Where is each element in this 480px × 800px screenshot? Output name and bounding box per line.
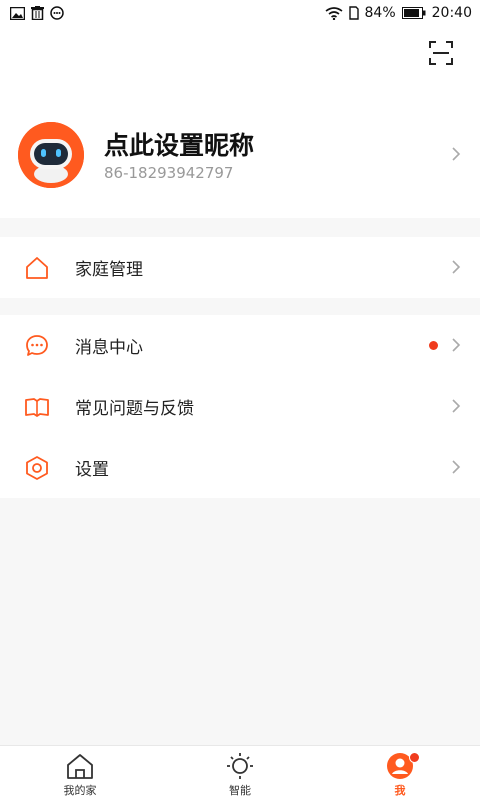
- menu-item-label: 消息中心: [75, 338, 143, 358]
- menu-item-label: 家庭管理: [75, 260, 143, 280]
- menu-item-settings[interactable]: 设置: [0, 437, 480, 498]
- wifi-icon: [325, 6, 342, 20]
- notification-badge: [409, 752, 420, 763]
- menu-item-label: 常见问题与反馈: [75, 399, 194, 419]
- image-icon: [10, 6, 25, 20]
- menu-item-messages[interactable]: 消息中心: [0, 315, 480, 376]
- battery-icon: [401, 7, 426, 19]
- tab-label: 我: [394, 784, 406, 797]
- tab-smart[interactable]: 智能: [160, 746, 320, 800]
- chevron-right-icon: [452, 338, 461, 352]
- hexagon-settings-icon: [26, 456, 48, 480]
- tab-me[interactable]: 我: [320, 746, 480, 800]
- menu-item-label: 设置: [75, 460, 109, 480]
- tab-label: 我的家: [63, 784, 97, 797]
- battery-percent: 84%: [364, 5, 396, 21]
- unread-dot: [429, 341, 438, 350]
- menu-item-family[interactable]: 家庭管理: [0, 237, 480, 298]
- clock: 20:40: [431, 5, 472, 21]
- chevron-right-icon: [452, 260, 461, 274]
- book-icon: [25, 398, 49, 417]
- avatar[interactable]: [18, 122, 84, 188]
- family-group: 家庭管理: [0, 237, 480, 298]
- tab-label: 智能: [229, 784, 251, 797]
- chevron-right-icon: [452, 460, 461, 474]
- phone-number: 86-18293942797: [104, 164, 234, 182]
- sun-icon: [227, 753, 253, 779]
- menu-item-faq[interactable]: 常见问题与反馈: [0, 376, 480, 437]
- trash-icon: [31, 6, 44, 20]
- bottom-tab-bar: 我的家 智能 我: [0, 745, 480, 800]
- chevron-right-icon[interactable]: [450, 146, 462, 162]
- profile-header: 点此设置昵称 86-18293942797: [0, 26, 480, 218]
- chevron-right-icon: [452, 399, 461, 413]
- message-icon: [50, 6, 64, 20]
- status-bar: 84% 20:40: [0, 0, 480, 26]
- status-left-icons: [10, 6, 64, 20]
- home-icon: [26, 257, 48, 279]
- chat-icon: [26, 335, 48, 356]
- tab-my-home[interactable]: 我的家: [0, 746, 160, 800]
- scan-icon[interactable]: [428, 40, 454, 66]
- robot-avatar-icon: [18, 122, 84, 188]
- sim-icon: [348, 6, 359, 20]
- nickname[interactable]: 点此设置昵称: [104, 126, 254, 162]
- status-right: 84% 20:40: [325, 5, 472, 21]
- home-icon: [67, 754, 93, 779]
- support-group: 消息中心 常见问题与反馈 设置: [0, 315, 480, 498]
